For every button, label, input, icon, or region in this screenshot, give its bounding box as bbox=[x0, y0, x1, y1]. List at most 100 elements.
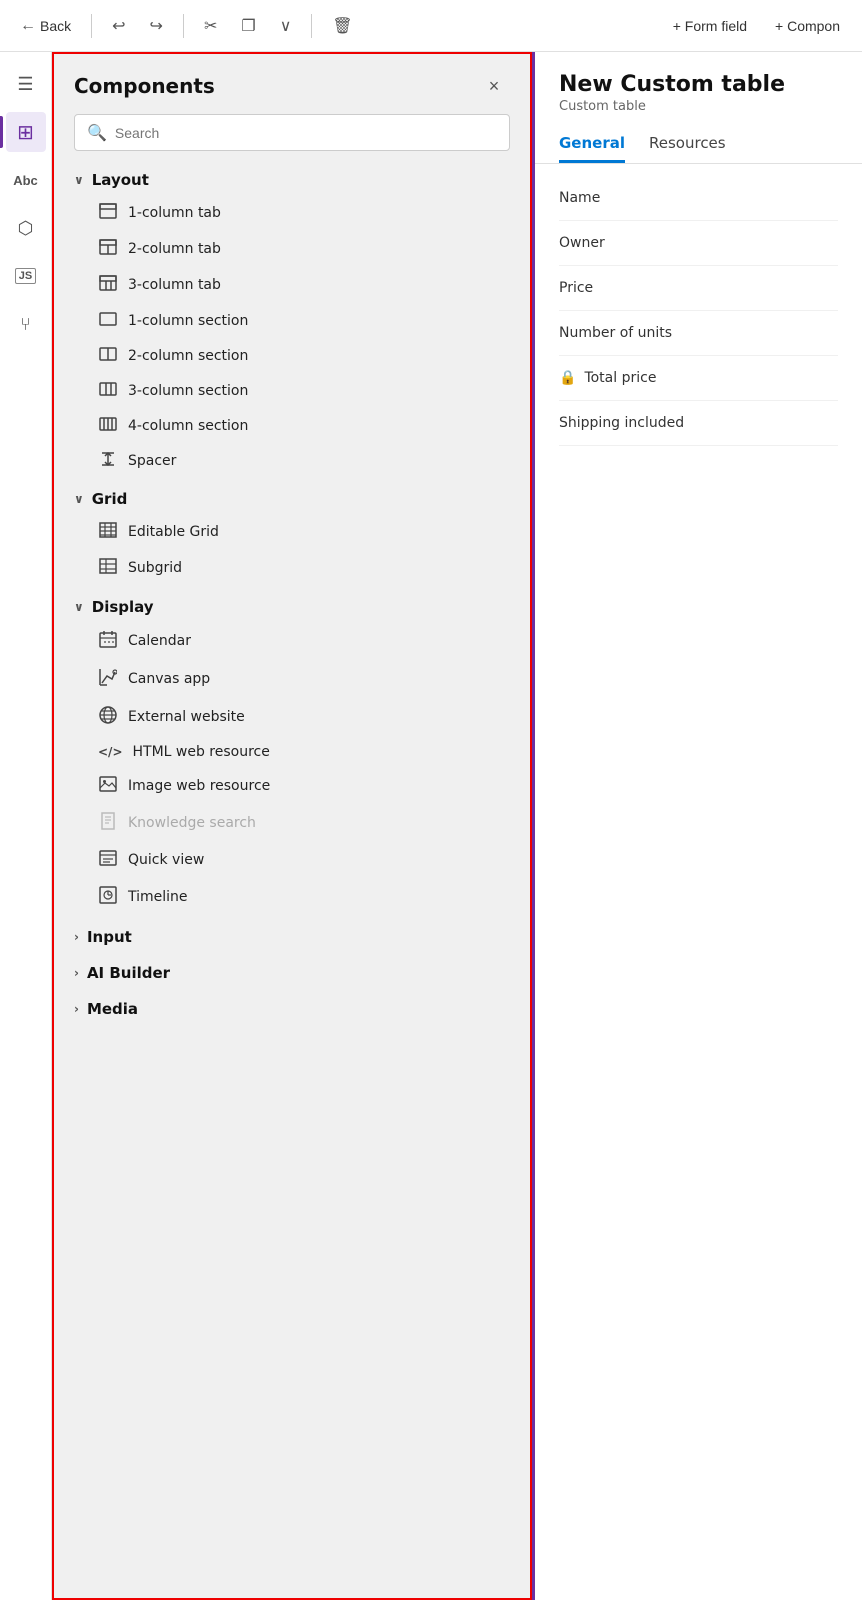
item-3col-tab[interactable]: 3-column tab bbox=[74, 267, 510, 303]
2col-section-icon bbox=[98, 346, 118, 365]
category-grid-label: Grid bbox=[92, 490, 128, 508]
dropdown-button[interactable]: ∨ bbox=[272, 12, 300, 40]
component-button[interactable]: + Compon bbox=[765, 14, 850, 38]
lock-icon: 🔒 bbox=[559, 370, 576, 386]
text-icon: Abc bbox=[13, 173, 38, 188]
item-timeline-label: Timeline bbox=[128, 889, 188, 905]
main-layout: ☰ ⊞ Abc ⬡ JS ⑂ Components × 🔍 bbox=[0, 52, 862, 1600]
back-button[interactable]: ← Back bbox=[12, 13, 79, 39]
item-editable-grid-label: Editable Grid bbox=[128, 524, 219, 540]
category-display-items: Calendar Canvas app External website bbox=[74, 622, 510, 916]
item-quick-view[interactable]: Quick view bbox=[74, 842, 510, 878]
left-sidebar: ☰ ⊞ Abc ⬡ JS ⑂ bbox=[0, 52, 52, 1600]
item-html-web-resource[interactable]: </> HTML web resource bbox=[74, 736, 510, 768]
category-grid: ∨ Grid Editable Grid Subgrid bbox=[74, 482, 510, 586]
category-media-header[interactable]: › Media bbox=[74, 992, 510, 1024]
item-knowledge-search-label: Knowledge search bbox=[128, 815, 256, 831]
3col-tab-icon bbox=[98, 275, 118, 295]
sidebar-grid-button[interactable]: ⊞ bbox=[6, 112, 46, 152]
chevron-down-icon: ∨ bbox=[74, 173, 84, 187]
item-image-web-resource-label: Image web resource bbox=[128, 778, 270, 794]
item-external-website[interactable]: External website bbox=[74, 698, 510, 736]
category-display-label: Display bbox=[92, 598, 154, 616]
field-owner-label: Owner bbox=[559, 235, 605, 251]
item-2col-tab-label: 2-column tab bbox=[128, 241, 221, 257]
category-layout: ∨ Layout 1-column tab 2-column ta bbox=[74, 163, 510, 478]
item-1col-tab-label: 1-column tab bbox=[128, 205, 221, 221]
category-layout-header[interactable]: ∨ Layout bbox=[74, 163, 510, 195]
item-image-web-resource[interactable]: Image web resource bbox=[74, 768, 510, 804]
field-shipping-included-label: Shipping included bbox=[559, 415, 684, 431]
sidebar-js-button[interactable]: JS bbox=[6, 256, 46, 296]
item-quick-view-label: Quick view bbox=[128, 852, 204, 868]
image-web-resource-icon bbox=[98, 776, 118, 796]
right-panel-tabs: General Resources bbox=[559, 126, 838, 163]
item-timeline[interactable]: Timeline bbox=[74, 878, 510, 916]
item-2col-section-label: 2-column section bbox=[128, 348, 248, 364]
right-panel-subtitle: Custom table bbox=[559, 99, 838, 114]
redo-button[interactable]: ↪ bbox=[142, 12, 171, 40]
item-2col-section[interactable]: 2-column section bbox=[74, 338, 510, 373]
tab-general[interactable]: General bbox=[559, 126, 625, 163]
item-1col-section[interactable]: 1-column section bbox=[74, 303, 510, 338]
sidebar-branch-button[interactable]: ⑂ bbox=[6, 304, 46, 344]
category-input-label: Input bbox=[87, 928, 132, 946]
field-owner: Owner bbox=[559, 221, 838, 266]
panel-close-button[interactable]: × bbox=[478, 70, 510, 102]
item-3col-section[interactable]: 3-column section bbox=[74, 373, 510, 408]
item-2col-tab[interactable]: 2-column tab bbox=[74, 231, 510, 267]
delete-button[interactable]: 🗑 bbox=[324, 12, 360, 40]
cut-button[interactable]: ✂ bbox=[196, 12, 225, 40]
field-name: Name bbox=[559, 176, 838, 221]
delete-icon: 🗑 bbox=[332, 16, 352, 36]
category-display: ∨ Display Calendar Canvas app bbox=[74, 590, 510, 916]
field-shipping-included: Shipping included bbox=[559, 401, 838, 446]
item-subgrid-label: Subgrid bbox=[128, 560, 182, 576]
toolbar: ← Back ↩ ↪ ✂ ❐ ∨ 🗑 + Form field + Compon bbox=[0, 0, 862, 52]
item-editable-grid[interactable]: Editable Grid bbox=[74, 514, 510, 550]
sidebar-text-button[interactable]: Abc bbox=[6, 160, 46, 200]
chevron-down-icon: ∨ bbox=[74, 492, 84, 506]
close-icon: × bbox=[489, 76, 500, 97]
item-canvas-app[interactable]: Canvas app bbox=[74, 660, 510, 698]
panel-header: Components × bbox=[54, 54, 530, 110]
item-1col-tab[interactable]: 1-column tab bbox=[74, 195, 510, 231]
item-calendar[interactable]: Calendar bbox=[74, 622, 510, 660]
undo-button[interactable]: ↩ bbox=[104, 12, 133, 40]
form-field-label: + Form field bbox=[673, 18, 747, 34]
item-3col-section-label: 3-column section bbox=[128, 383, 248, 399]
layers-icon: ⬡ bbox=[18, 218, 34, 239]
code-icon: JS bbox=[15, 268, 36, 284]
item-3col-tab-label: 3-column tab bbox=[128, 277, 221, 293]
right-panel-body: Name Owner Price Number of units 🔒 Total… bbox=[535, 164, 862, 458]
canvas-app-icon bbox=[98, 668, 118, 690]
category-display-header[interactable]: ∨ Display bbox=[74, 590, 510, 622]
item-subgrid[interactable]: Subgrid bbox=[74, 550, 510, 586]
right-panel-header: New Custom table Custom table General Re… bbox=[535, 52, 862, 164]
tab-resources[interactable]: Resources bbox=[649, 126, 726, 163]
form-field-button[interactable]: + Form field bbox=[663, 14, 757, 38]
category-layout-items: 1-column tab 2-column tab 3-column tab bbox=[74, 195, 510, 478]
subgrid-icon bbox=[98, 558, 118, 578]
category-input-header[interactable]: › Input bbox=[74, 920, 510, 952]
item-4col-section[interactable]: 4-column section bbox=[74, 408, 510, 443]
field-price: Price bbox=[559, 266, 838, 311]
item-spacer-label: Spacer bbox=[128, 453, 176, 469]
category-ai-builder-header[interactable]: › AI Builder bbox=[74, 956, 510, 988]
grid-icon: ⊞ bbox=[17, 120, 34, 145]
search-input[interactable] bbox=[115, 125, 497, 141]
item-calendar-label: Calendar bbox=[128, 633, 191, 649]
component-label: + Compon bbox=[775, 18, 840, 34]
item-knowledge-search: Knowledge search bbox=[74, 804, 510, 842]
field-price-label: Price bbox=[559, 280, 593, 296]
category-grid-header[interactable]: ∨ Grid bbox=[74, 482, 510, 514]
back-icon: ← bbox=[20, 17, 36, 35]
copy-button[interactable]: ❐ bbox=[233, 12, 263, 40]
spacer-icon bbox=[98, 451, 118, 470]
sidebar-layers-button[interactable]: ⬡ bbox=[6, 208, 46, 248]
2col-tab-icon bbox=[98, 239, 118, 259]
item-spacer[interactable]: Spacer bbox=[74, 443, 510, 478]
item-canvas-app-label: Canvas app bbox=[128, 671, 210, 687]
sidebar-menu-button[interactable]: ☰ bbox=[6, 64, 46, 104]
right-panel-title: New Custom table bbox=[559, 72, 838, 97]
